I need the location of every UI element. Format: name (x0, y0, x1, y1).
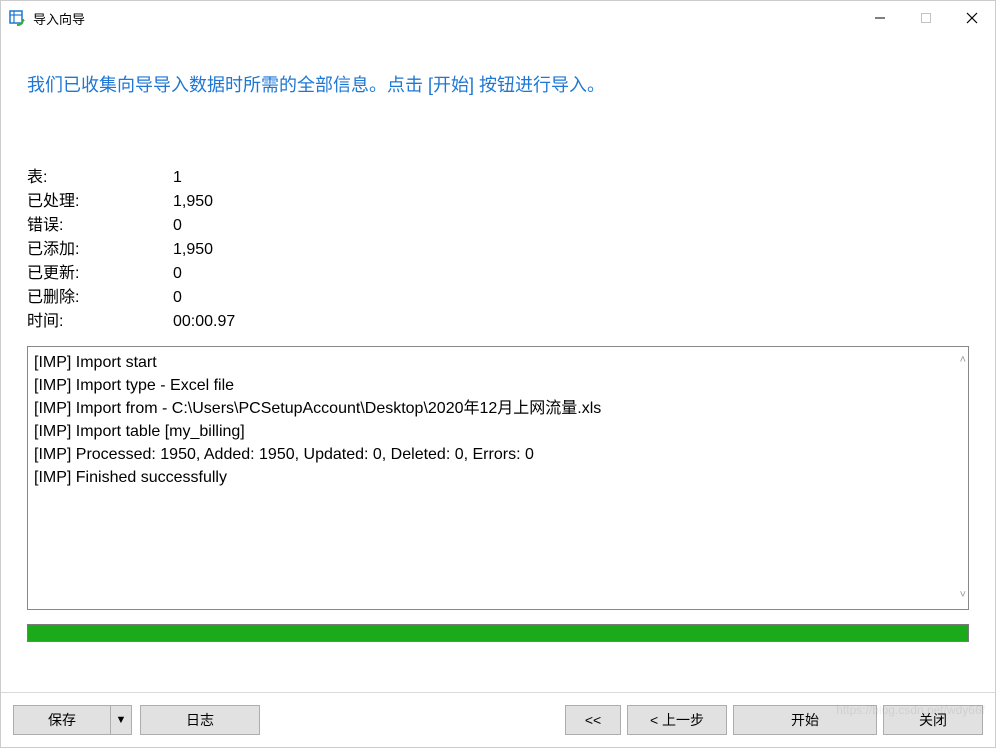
stat-value: 1,950 (173, 190, 213, 214)
stat-value: 0 (173, 262, 182, 286)
stat-value: 1 (173, 166, 182, 190)
prev-button[interactable]: < 上一步 (627, 705, 727, 735)
first-button[interactable]: << (565, 705, 621, 735)
stat-label: 已处理: (27, 190, 173, 214)
scroll-up-icon[interactable]: ˄ (960, 349, 966, 372)
start-button[interactable]: 开始 (733, 705, 877, 735)
log-line: [IMP] Processed: 1950, Added: 1950, Upda… (34, 443, 962, 466)
log-line: [IMP] Finished successfully (34, 466, 962, 489)
instruction-text: 我们已收集向导导入数据时所需的全部信息。点击 [开始] 按钮进行导入。 (27, 73, 969, 98)
stat-label: 时间: (27, 310, 173, 334)
stat-value: 0 (173, 214, 182, 238)
stat-value: 1,950 (173, 238, 213, 262)
minimize-button[interactable] (857, 1, 903, 35)
save-dropdown-button[interactable]: ▼ (110, 705, 132, 735)
stat-label: 已添加: (27, 238, 173, 262)
stat-label: 已删除: (27, 286, 173, 310)
window-controls (857, 1, 995, 35)
stat-value: 00:00.97 (173, 310, 235, 334)
stat-deleted: 已删除: 0 (27, 286, 969, 310)
stat-processed: 已处理: 1,950 (27, 190, 969, 214)
log-line: [IMP] Import table [my_billing] (34, 420, 962, 443)
import-wizard-icon (9, 9, 27, 27)
log-line: [IMP] Import type - Excel file (34, 374, 962, 397)
title-bar: 导入向导 (1, 1, 995, 35)
maximize-button[interactable] (903, 1, 949, 35)
stat-errors: 错误: 0 (27, 214, 969, 238)
scroll-down-icon[interactable]: ˅ (960, 584, 966, 607)
stat-label: 已更新: (27, 262, 173, 286)
window-title: 导入向导 (33, 9, 85, 28)
stats-panel: 表: 1 已处理: 1,950 错误: 0 已添加: 1,950 已更新: 0 … (27, 166, 969, 334)
save-button[interactable]: 保存 (13, 705, 111, 735)
stat-label: 表: (27, 166, 173, 190)
progress-bar (27, 624, 969, 642)
stat-tables: 表: 1 (27, 166, 969, 190)
stat-value: 0 (173, 286, 182, 310)
log-line: [IMP] Import from - C:\Users\PCSetupAcco… (34, 397, 962, 420)
log-output[interactable]: [IMP] Import start[IMP] Import type - Ex… (27, 346, 969, 610)
close-window-button[interactable] (949, 1, 995, 35)
stat-added: 已添加: 1,950 (27, 238, 969, 262)
stat-time: 时间: 00:00.97 (27, 310, 969, 334)
stat-label: 错误: (27, 214, 173, 238)
close-button[interactable]: 关闭 (883, 705, 983, 735)
log-line: [IMP] Import start (34, 351, 962, 374)
stat-updated: 已更新: 0 (27, 262, 969, 286)
content-area: 我们已收集向导导入数据时所需的全部信息。点击 [开始] 按钮进行导入。 表: 1… (1, 35, 995, 692)
button-bar: 保存 ▼ 日志 << < 上一步 开始 关闭 (1, 692, 995, 747)
log-button[interactable]: 日志 (140, 705, 260, 735)
